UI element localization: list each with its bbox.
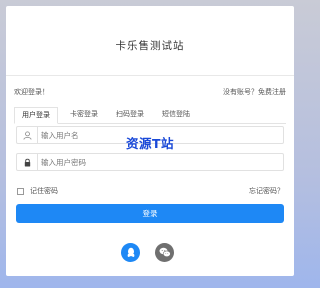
watermark-text: 资源T站 bbox=[126, 136, 175, 151]
welcome-text: 欢迎登录！ bbox=[14, 88, 49, 96]
qq-login-button[interactable] bbox=[121, 243, 140, 262]
register-row: 没有账号？免费注册 bbox=[223, 87, 286, 97]
forgot-password-link[interactable]: 忘记密码？ bbox=[249, 186, 284, 196]
remember-password: 记住密码 bbox=[17, 186, 58, 196]
remember-checkbox[interactable] bbox=[17, 187, 24, 195]
register-prompt: 没有账号？ bbox=[223, 88, 258, 96]
login-tabs: 用户登录 卡密登录 扫码登录 短信登陆 bbox=[14, 107, 286, 124]
site-title: 卡乐售测试站 bbox=[115, 40, 185, 52]
password-separator bbox=[37, 154, 38, 170]
tab-card-login[interactable]: 卡密登录 bbox=[64, 107, 104, 122]
tab-user-login[interactable]: 用户登录 bbox=[14, 107, 58, 124]
header-divider bbox=[6, 75, 294, 76]
remember-label: 记住密码 bbox=[30, 187, 58, 195]
password-field bbox=[16, 153, 284, 171]
register-link[interactable]: 免费注册 bbox=[258, 88, 286, 96]
tab-qr-login[interactable]: 扫码登录 bbox=[110, 107, 150, 122]
password-input[interactable] bbox=[41, 154, 277, 170]
lock-icon bbox=[17, 154, 37, 170]
qq-icon bbox=[126, 243, 136, 262]
user-icon bbox=[17, 127, 37, 143]
wechat-login-button[interactable] bbox=[155, 243, 174, 262]
username-separator bbox=[37, 127, 38, 143]
login-button[interactable]: 登录 bbox=[16, 204, 284, 223]
wechat-icon bbox=[159, 243, 171, 262]
tab-sms-login[interactable]: 短信登陆 bbox=[156, 107, 196, 122]
login-card: 卡乐售测试站 欢迎登录！ 没有账号？免费注册 用户登录 卡密登录 扫码登录 短信… bbox=[6, 6, 294, 276]
